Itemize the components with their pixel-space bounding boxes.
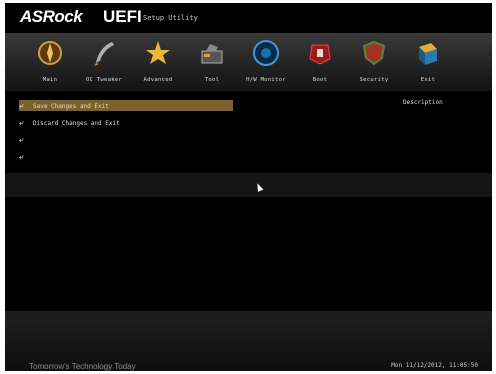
product-subtitle: Setup Utility <box>143 14 198 22</box>
tagline: Tomorrow's Technology Today <box>29 362 136 371</box>
tab-security[interactable]: Security <box>347 33 401 91</box>
tab-advanced[interactable]: Advanced <box>131 33 185 91</box>
monitor-eye-icon <box>253 40 279 66</box>
tab-label: Advanced <box>143 77 173 83</box>
brand-logo: ASRock <box>20 7 83 26</box>
tab-label: H/W Monitor <box>246 77 286 83</box>
main-tab-bar: Main OC Tweaker Advanced Tool H/W Monito… <box>5 33 492 91</box>
empty-area <box>5 197 492 309</box>
menu-item-discard-exit[interactable]: ⤶ Discard Changes and Exit <box>19 117 120 128</box>
star-icon <box>146 41 170 64</box>
tab-label: Tool <box>204 77 220 83</box>
return-arrow-icon: ⤶ <box>19 118 24 127</box>
menu-item[interactable]: ⤶ <box>19 151 33 162</box>
power-icon <box>309 44 331 65</box>
menu-item-save-exit[interactable]: ⤶ Save Changes and Exit <box>19 100 233 111</box>
rocket-icon <box>94 42 114 66</box>
title-bar: ASRock UEFI Setup Utility <box>5 3 492 33</box>
menu-item[interactable]: ⤶ <box>19 134 33 145</box>
footer-bar: Tomorrow's Technology Today Mon 11/12/20… <box>5 311 492 371</box>
tab-oc-tweaker[interactable]: OC Tweaker <box>77 33 131 91</box>
return-arrow-icon: ⤶ <box>19 152 24 161</box>
tab-label: Main <box>42 77 58 83</box>
toolbox-icon <box>201 44 223 64</box>
tab-hw-monitor[interactable]: H/W Monitor <box>239 33 293 91</box>
tab-boot[interactable]: Boot <box>293 33 347 91</box>
description-title: Description <box>403 99 443 106</box>
menu-item-label: Discard Changes and Exit <box>33 120 120 127</box>
tab-label: Security <box>359 77 389 83</box>
return-arrow-icon: ⤶ <box>19 135 24 144</box>
menu-panel: ⤶ Save Changes and Exit ⤶ Discard Changes … <box>5 91 492 171</box>
date-time: Mon 11/12/2012, 11:05:50 <box>391 362 478 369</box>
tab-label: Boot <box>312 77 328 83</box>
tab-label: Exit <box>420 77 436 83</box>
menu-item-label: Save Changes and Exit <box>33 103 109 110</box>
return-arrow-icon: ⤶ <box>19 101 24 110</box>
tab-exit[interactable]: Exit <box>401 33 455 91</box>
tab-tool[interactable]: Tool <box>185 33 239 91</box>
shield-icon <box>362 40 386 66</box>
compass-icon <box>38 41 62 65</box>
tab-main[interactable]: Main <box>23 33 77 91</box>
starfield-band <box>5 173 492 197</box>
uefi-window: ASRock UEFI Setup Utility Main OC Tweake… <box>5 3 492 371</box>
tab-label: OC Tweaker <box>85 77 123 83</box>
exit-box-icon <box>419 43 437 65</box>
product-name: UEFI <box>103 7 142 26</box>
